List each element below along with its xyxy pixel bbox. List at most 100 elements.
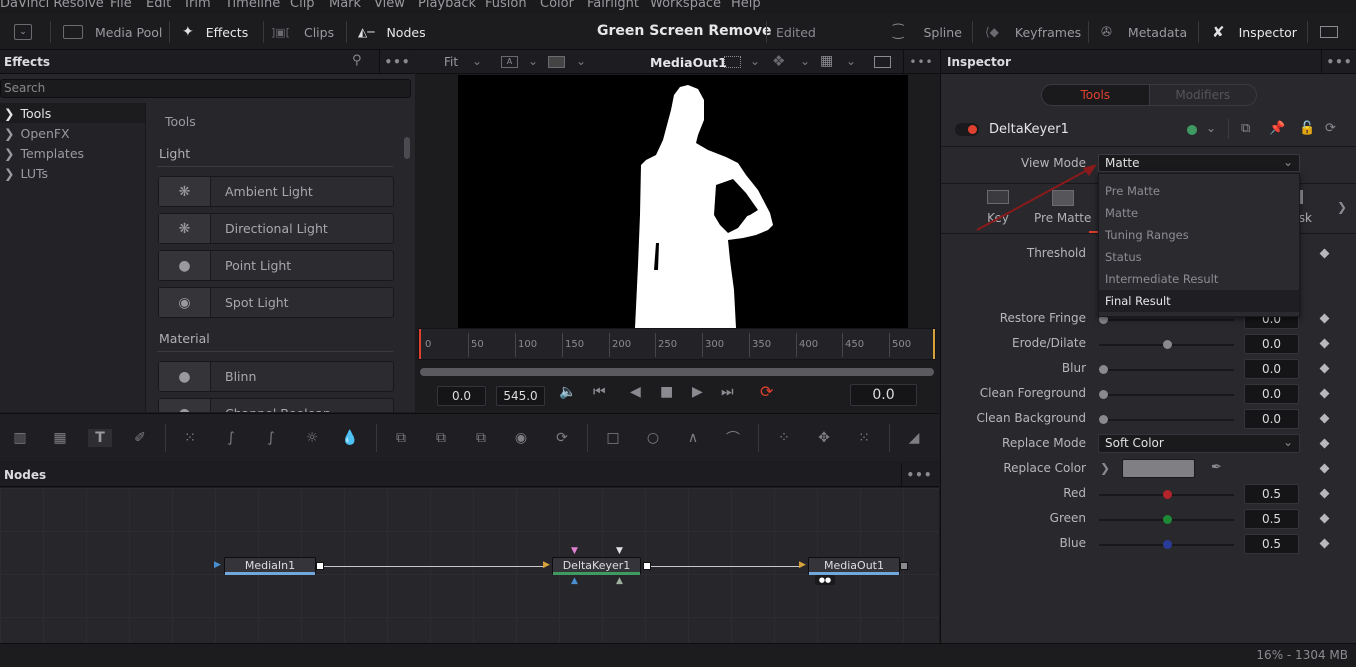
tool-enable-toggle[interactable]	[955, 123, 979, 136]
render-end-field[interactable]: 545.0	[496, 386, 545, 406]
output-port[interactable]	[643, 562, 651, 570]
chevron-down-icon[interactable]: ⌄	[1206, 121, 1216, 135]
keyframe-icon[interactable]	[1319, 488, 1330, 499]
menu-playback[interactable]: Playback	[418, 0, 476, 11]
keyframe-icon[interactable]	[1319, 513, 1330, 524]
loop-icon[interactable]: ⟳	[760, 382, 773, 401]
menu-app[interactable]: DaVinci Resolve	[0, 0, 104, 11]
rgb-value-field[interactable]: 0.5	[1244, 484, 1299, 504]
play-reverse-icon[interactable]: ◀	[630, 384, 641, 400]
channel-icon[interactable]: A	[501, 56, 518, 68]
effect-ambient-light[interactable]: ❋ Ambient Light	[158, 176, 394, 207]
garbage-matte-input-icon[interactable]: ▼	[571, 546, 578, 556]
output-port[interactable]	[900, 562, 908, 570]
chevron-right-icon[interactable]: ❯	[1337, 200, 1347, 214]
versions-icon[interactable]: ⧉	[1241, 121, 1250, 136]
view-mode-option[interactable]: Matte	[1099, 202, 1299, 224]
output-port[interactable]	[316, 562, 324, 570]
volume-icon[interactable]: 🔈	[559, 384, 576, 400]
brightness-contrast-tool-icon[interactable]: ☼	[300, 429, 324, 447]
transform-tool-icon[interactable]: ⟳	[550, 429, 574, 447]
chevron-down-icon[interactable]: ⌄	[750, 54, 760, 68]
rgb-value-field[interactable]: 0.5	[1244, 509, 1299, 529]
param-value-field[interactable]: 0.0	[1244, 334, 1299, 354]
view-mode-option[interactable]: Final Result	[1099, 290, 1299, 312]
metadata-button[interactable]: ✇ Metadata	[1101, 14, 1187, 50]
roi-icon[interactable]	[548, 56, 565, 68]
menu-edit[interactable]: Edit	[146, 0, 171, 11]
rgb-value-field[interactable]: 0.5	[1244, 534, 1299, 554]
chevron-down-icon[interactable]: ⌄	[846, 54, 856, 68]
background-tool-icon[interactable]: ▥	[8, 429, 32, 447]
keyframe-icon[interactable]	[1319, 363, 1330, 374]
current-frame-field[interactable]: 0.0	[850, 384, 917, 406]
slider-knob[interactable]	[1099, 415, 1108, 424]
luma-keyer-tool-icon[interactable]: ◉	[509, 429, 533, 447]
nodes-button[interactable]: ◭─ Nodes	[358, 14, 426, 50]
node-editor[interactable]: ▶ MediaIn1 ▶ ▼ ▼ DeltaKeyer1 ▲ ▲ ▶ Media…	[0, 488, 939, 643]
keyframe-icon[interactable]	[1319, 438, 1330, 449]
effects-search-input[interactable]: Search	[0, 79, 411, 98]
lock-icon[interactable]: 🔓	[1299, 121, 1315, 136]
input-arrow-icon[interactable]: ▶	[543, 560, 550, 570]
viewer-options-button[interactable]: •••	[903, 50, 939, 74]
rectangle-mask-icon[interactable]: □	[601, 429, 625, 447]
particle-emitter-icon[interactable]: ⁘	[772, 429, 796, 447]
chevron-down-icon[interactable]: ⌄	[472, 54, 482, 68]
view-mode-option[interactable]: Tuning Ranges	[1099, 224, 1299, 246]
bspline-mask-icon[interactable]: ⌒	[721, 429, 745, 447]
solid-matte-input-icon[interactable]: ▼	[616, 546, 623, 556]
tree-item-openfx[interactable]: ❯ OpenFX	[0, 123, 145, 143]
3d-image-plane-icon[interactable]: ◢	[902, 429, 926, 447]
grid-icon[interactable]: ▦	[820, 53, 833, 69]
ellipse-mask-icon[interactable]: ○	[641, 429, 665, 447]
tree-item-tools[interactable]: ❯ Tools	[0, 103, 145, 123]
replace-mode-select[interactable]: Soft Color ⌄	[1098, 434, 1300, 453]
effects-scrollbar[interactable]	[404, 137, 410, 159]
go-to-start-icon[interactable]: ⏮	[593, 384, 606, 400]
param-value-field[interactable]: 0.0	[1244, 409, 1299, 429]
effect-mask-input-icon[interactable]: ▲	[571, 576, 578, 586]
merge-tool-icon[interactable]: ⧉	[389, 429, 413, 447]
effects-options-button[interactable]: •••	[379, 50, 415, 74]
safe-area-icon[interactable]	[724, 56, 741, 68]
param-slider[interactable]	[1099, 390, 1234, 399]
blur-tool-icon[interactable]: ⁙	[178, 429, 202, 447]
effect-point-light[interactable]: ● Point Light	[158, 250, 394, 281]
slider-knob[interactable]	[1163, 490, 1172, 499]
node-mediaout1[interactable]: MediaOut1	[808, 557, 900, 575]
slider-knob[interactable]	[1099, 365, 1108, 374]
color-gamut-tool-icon[interactable]: 💧	[338, 429, 362, 447]
timeline-ruler[interactable]: 0 50 100 150 200 250 300 350 400 450 500	[418, 328, 936, 360]
input-arrow-icon[interactable]: ▶	[799, 560, 806, 570]
param-slider[interactable]	[1099, 365, 1234, 374]
keyframe-icon[interactable]	[1319, 388, 1330, 399]
text-tool-icon[interactable]: T	[88, 429, 112, 447]
menu-trim[interactable]: Trim	[183, 0, 211, 11]
chevron-down-icon[interactable]: ⌄	[576, 54, 586, 68]
node-color-icon[interactable]	[1187, 125, 1197, 135]
slider-knob[interactable]	[1099, 390, 1108, 399]
menu-clip[interactable]: Clip	[290, 0, 315, 11]
eyedropper-icon[interactable]: ✒	[1211, 460, 1222, 475]
keyframe-icon[interactable]	[1319, 338, 1330, 349]
view-mode-option[interactable]: Status	[1099, 246, 1299, 268]
particle-render-icon[interactable]: ✥	[812, 429, 836, 447]
param-slider[interactable]	[1099, 415, 1234, 424]
nodes-options-button[interactable]: •••	[901, 463, 937, 487]
tab-tools[interactable]: Tools	[1042, 85, 1150, 105]
viewer-canvas[interactable]	[458, 75, 908, 328]
tree-item-luts[interactable]: ❯ LUTs	[0, 163, 145, 183]
param-slider[interactable]	[1099, 315, 1234, 324]
replace-color-swatch[interactable]	[1122, 459, 1195, 478]
effect-directional-light[interactable]: ❋ Directional Light	[158, 213, 394, 244]
rgb-slider[interactable]	[1099, 540, 1234, 549]
effect-channel-boolean[interactable]: ●Channel Boolean	[158, 398, 394, 412]
view-mode-option[interactable]: Intermediate Result	[1099, 268, 1299, 290]
param-value-field[interactable]: 0.0	[1244, 359, 1299, 379]
menu-workspace[interactable]: Workspace	[650, 0, 721, 11]
clean-plate-input-icon[interactable]: ▲	[616, 576, 623, 586]
polygon-mask-icon[interactable]: ∧	[681, 429, 705, 447]
slider-knob[interactable]	[1163, 515, 1172, 524]
keyframe-icon[interactable]	[1319, 463, 1330, 474]
